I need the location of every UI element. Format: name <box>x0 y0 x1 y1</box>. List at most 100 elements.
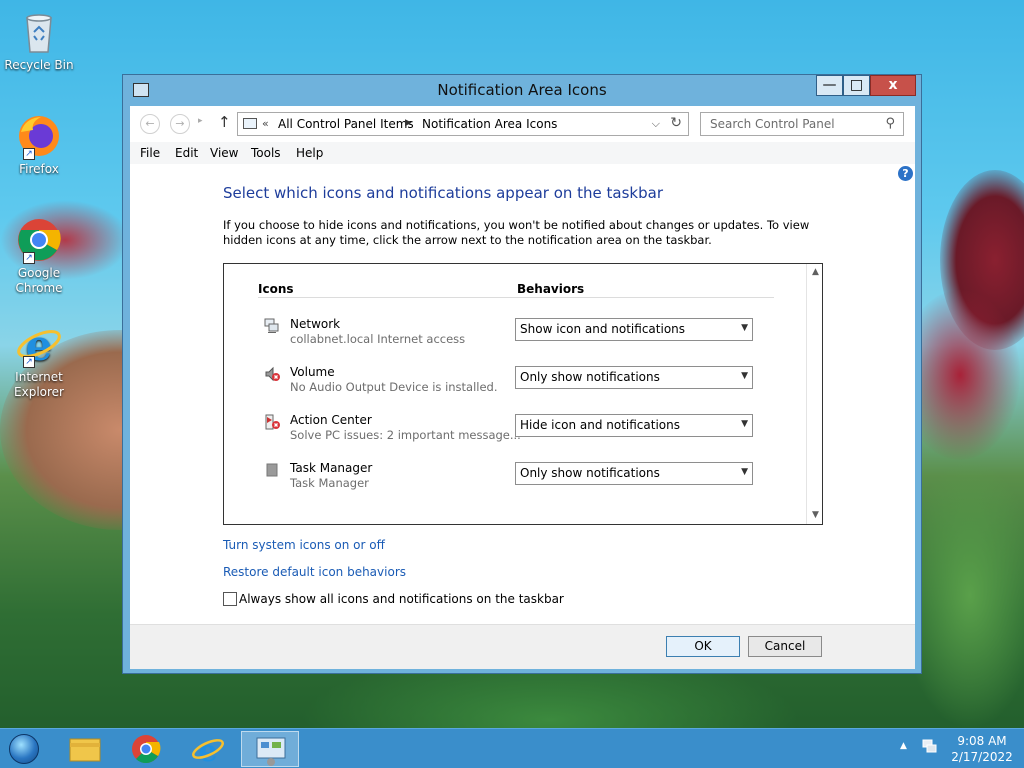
list-item-action-center: Action Center Solve PC issues: 2 importa… <box>224 410 804 458</box>
task-manager-icon <box>264 462 280 478</box>
vertical-scrollbar[interactable]: ▲ ▼ <box>806 264 822 524</box>
list-item-task-manager: Task Manager Task Manager Only show noti… <box>224 458 804 506</box>
firefox-icon: ↗ <box>15 112 63 160</box>
close-button[interactable]: x <box>870 75 916 96</box>
menu-file[interactable]: File <box>140 146 160 160</box>
row-name: Volume <box>290 365 335 379</box>
windows-logo-icon <box>9 734 39 764</box>
desktop-icon-label: Firefox <box>19 162 59 176</box>
menu-bar: File Edit View Tools Help <box>130 142 915 164</box>
behavior-select-action-center[interactable]: Hide icon and notifications ▼ <box>515 414 753 437</box>
chrome-icon <box>132 735 161 764</box>
turn-system-icons-link[interactable]: Turn system icons on or off <box>223 538 385 552</box>
row-name: Action Center <box>290 413 372 427</box>
breadcrumb-separator-icon[interactable]: ▶ <box>405 118 412 128</box>
search-input[interactable]: Search Control Panel ⚲ <box>700 112 904 136</box>
help-icon[interactable]: ? <box>898 166 913 181</box>
select-value: Only show notifications <box>520 370 660 384</box>
chevron-down-icon[interactable]: ⌵ <box>652 117 660 131</box>
column-header-icons: Icons <box>258 282 294 296</box>
chrome-icon: ↗ <box>15 216 63 264</box>
menu-help[interactable]: Help <box>296 146 323 160</box>
select-value: Hide icon and notifications <box>520 418 680 432</box>
shortcut-arrow-icon: ↗ <box>23 252 35 264</box>
ie-icon: e <box>192 734 224 768</box>
window-title: Notification Area Icons <box>437 81 607 99</box>
window-client-area: ← → ▸ ↑ « All Control Panel Items ▶ Noti… <box>130 106 915 669</box>
breadcrumb-overflow[interactable]: « <box>262 117 269 130</box>
taskbar-chrome[interactable] <box>117 731 175 767</box>
dialog-footer: OK Cancel <box>130 624 915 669</box>
clock-time: 9:08 AM <box>957 734 1007 748</box>
menu-view[interactable]: View <box>210 146 238 160</box>
back-button[interactable]: ← <box>140 114 160 134</box>
menu-tools[interactable]: Tools <box>251 146 281 160</box>
search-placeholder: Search Control Panel <box>710 117 835 131</box>
forward-button[interactable]: → <box>170 114 190 134</box>
notification-icons-list: Icons Behaviors Network collabnet.local … <box>223 263 823 525</box>
network-icon <box>264 318 280 334</box>
scroll-down-arrow-icon[interactable]: ▼ <box>808 507 823 524</box>
behavior-select-network[interactable]: Show icon and notifications ▼ <box>515 318 753 341</box>
chevron-down-icon[interactable]: ▼ <box>741 323 748 333</box>
file-explorer-icon <box>69 738 101 762</box>
start-button[interactable] <box>6 732 44 766</box>
cancel-button[interactable]: Cancel <box>748 636 822 657</box>
header-divider <box>258 297 774 298</box>
control-panel-icon <box>243 118 257 129</box>
taskbar-internet-explorer[interactable]: e <box>179 731 237 768</box>
desktop-icon-chrome[interactable]: ↗ Google Chrome <box>4 216 74 296</box>
volume-icon <box>264 366 280 382</box>
network-tray-icon[interactable] <box>922 739 938 755</box>
navigation-bar: ← → ▸ ↑ « All Control Panel Items ▶ Noti… <box>130 106 915 142</box>
desktop-icon-firefox[interactable]: ↗ Firefox <box>4 112 74 177</box>
breadcrumb-notification-area-icons[interactable]: Notification Area Icons <box>422 117 557 131</box>
desktop-icon-recycle-bin[interactable]: Recycle Bin <box>4 8 74 73</box>
taskbar-file-explorer[interactable] <box>56 731 114 767</box>
chevron-down-icon[interactable]: ▼ <box>741 467 748 477</box>
search-icon[interactable]: ⚲ <box>885 116 895 131</box>
always-show-all-label[interactable]: Always show all icons and notifications … <box>239 592 564 606</box>
chevron-down-icon[interactable]: ▼ <box>741 371 748 381</box>
system-clock[interactable]: 9:08 AM 2/17/2022 <box>950 733 1014 765</box>
behavior-select-task-manager[interactable]: Only show notifications ▼ <box>515 462 753 485</box>
taskbar: e ▲ 9:08 AM 2/17/2022 <box>0 728 1024 768</box>
behavior-select-volume[interactable]: Only show notifications ▼ <box>515 366 753 389</box>
recent-pages-dropdown[interactable]: ▸ <box>198 116 203 126</box>
column-header-behaviors: Behaviors <box>517 282 585 296</box>
shortcut-arrow-icon: ↗ <box>23 356 35 368</box>
chevron-down-icon[interactable]: ▼ <box>741 419 748 429</box>
ok-button[interactable]: OK <box>666 636 740 657</box>
row-description: Solve PC issues: 2 important message... <box>290 428 521 442</box>
desktop-icon-internet-explorer[interactable]: e ↗ Internet Explorer <box>4 320 74 400</box>
row-description: No Audio Output Device is installed. <box>290 380 498 394</box>
taskbar-control-panel[interactable] <box>241 731 299 767</box>
title-bar[interactable]: Notification Area Icons — □ x <box>123 75 921 105</box>
action-center-icon <box>264 414 280 430</box>
refresh-icon[interactable]: ↻ <box>670 115 682 131</box>
row-description: collabnet.local Internet access <box>290 332 466 346</box>
always-show-all-checkbox[interactable] <box>223 592 237 606</box>
address-bar[interactable]: « All Control Panel Items ▶ Notification… <box>237 112 689 136</box>
ie-icon: e ↗ <box>15 320 63 370</box>
up-button[interactable]: ↑ <box>218 113 231 131</box>
control-panel-icon <box>256 737 286 766</box>
row-description: Task Manager <box>290 476 369 490</box>
restore-defaults-link[interactable]: Restore default icon behaviors <box>223 565 406 579</box>
page-description: If you choose to hide icons and notifica… <box>223 218 810 247</box>
minimize-button[interactable]: — <box>816 75 843 96</box>
scroll-up-arrow-icon[interactable]: ▲ <box>808 264 823 281</box>
list-item-network: Network collabnet.local Internet access … <box>224 314 804 362</box>
list-item-volume: Volume No Audio Output Device is install… <box>224 362 804 410</box>
maximize-button[interactable]: □ <box>843 75 870 96</box>
breadcrumb-all-control-panel-items[interactable]: All Control Panel Items <box>278 117 414 131</box>
show-hidden-icons-arrow[interactable]: ▲ <box>900 741 907 751</box>
desktop-icon-label: Internet Explorer <box>14 370 64 399</box>
shortcut-arrow-icon: ↗ <box>23 148 35 160</box>
desktop-icon-label: Recycle Bin <box>4 58 74 72</box>
page-title: Select which icons and notifications app… <box>223 184 663 202</box>
row-name: Task Manager <box>290 461 373 475</box>
desktop-icon-label: Google Chrome <box>15 266 63 295</box>
menu-edit[interactable]: Edit <box>175 146 198 160</box>
select-value: Show icon and notifications <box>520 322 686 336</box>
